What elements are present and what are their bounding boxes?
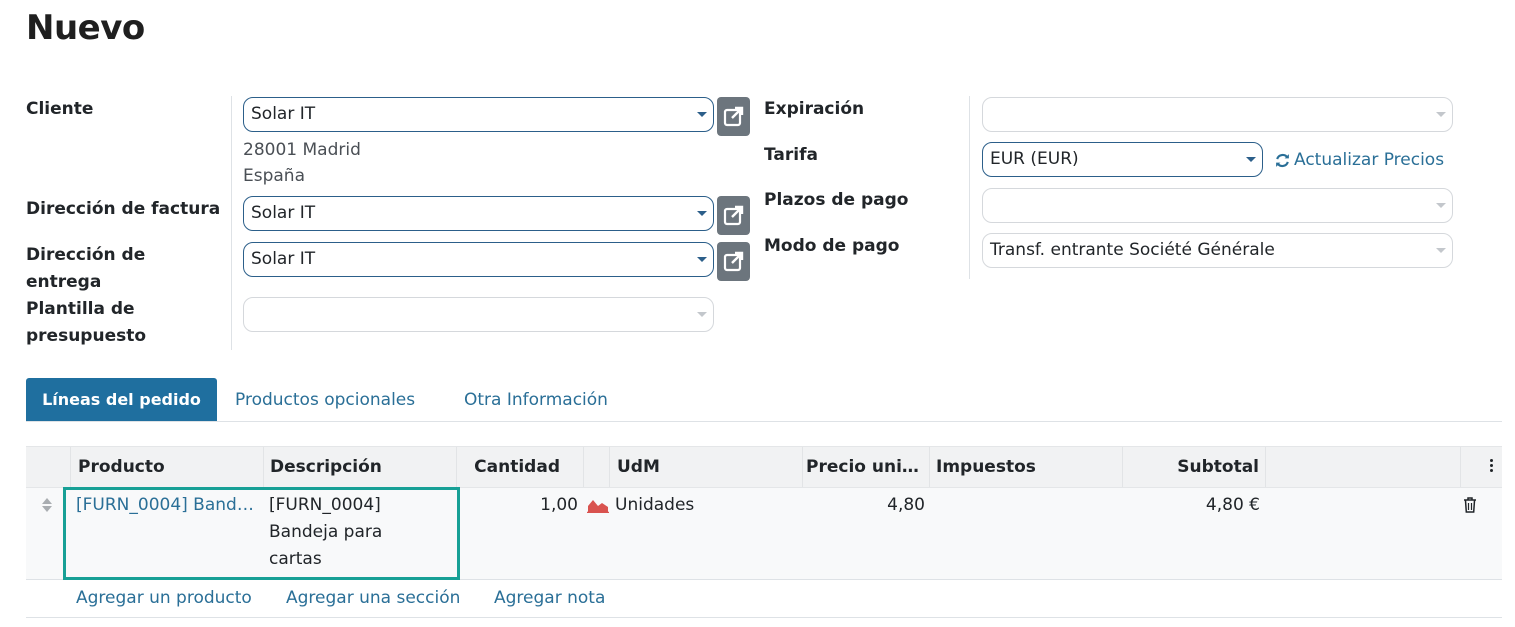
column-header-quantity[interactable]: Cantidad	[462, 447, 560, 487]
chevron-down-icon	[697, 112, 707, 117]
payment-mode-value: Transf. entrante Société Générale	[990, 240, 1275, 260]
column-header-description[interactable]: Descripción	[270, 447, 450, 487]
customer-address-line2: España	[243, 166, 305, 186]
refresh-icon	[1276, 153, 1289, 167]
pricelist-label: Tarifa	[764, 145, 818, 165]
invoice-address-external-link-button[interactable]	[717, 196, 750, 235]
add-product-link[interactable]: Agregar un producto	[76, 585, 252, 611]
payment-terms-select[interactable]	[982, 188, 1453, 223]
pricelist-select[interactable]: EUR (EUR)	[982, 142, 1263, 177]
left-group-separator	[231, 96, 232, 350]
delivery-address-label-line2: entrega	[26, 272, 102, 292]
page-title: Nuevo	[26, 8, 145, 48]
invoice-address-label: Dirección de factura	[26, 199, 221, 219]
external-link-icon	[723, 205, 743, 225]
add-note-link[interactable]: Agregar nota	[494, 585, 605, 611]
column-header-taxes[interactable]: Impuestos	[936, 447, 1116, 487]
chevron-down-icon	[1436, 203, 1446, 208]
payment-mode-select[interactable]: Transf. entrante Société Générale	[982, 233, 1453, 268]
expiration-date-input[interactable]	[982, 97, 1453, 132]
pricelist-value: EUR (EUR)	[990, 149, 1079, 169]
invoice-address-value: Solar IT	[251, 203, 316, 223]
drag-handle-icon[interactable]	[42, 498, 52, 512]
update-prices-link[interactable]: Actualizar Precios	[1274, 147, 1444, 173]
delivery-address-label-line1: Dirección de	[26, 245, 146, 265]
external-link-icon	[723, 106, 743, 126]
tab-order-lines[interactable]: Líneas del pedido	[26, 378, 217, 421]
chevron-down-icon	[1436, 112, 1446, 117]
line-unit-price[interactable]: 4,80	[806, 492, 925, 519]
tab-optional-products[interactable]: Productos opcionales	[235, 378, 415, 421]
customer-value: Solar IT	[251, 104, 316, 124]
order-lines-header: Producto Descripción Cantidad UdM Precio…	[26, 446, 1502, 488]
quotation-template-label-line1: Plantilla de	[26, 299, 135, 319]
forecast-chart-icon[interactable]	[587, 497, 609, 517]
update-prices-label: Actualizar Precios	[1294, 150, 1445, 170]
customer-label: Cliente	[26, 99, 94, 119]
invoice-address-select[interactable]: Solar IT	[243, 196, 714, 231]
external-link-icon	[723, 251, 743, 271]
chevron-down-icon	[697, 257, 707, 262]
tab-other-info[interactable]: Otra Información	[464, 378, 608, 421]
chevron-down-icon	[1436, 248, 1446, 253]
delivery-address-select[interactable]: Solar IT	[243, 242, 714, 277]
column-header-uom[interactable]: UdM	[617, 447, 767, 487]
add-section-link[interactable]: Agregar una sección	[286, 585, 460, 611]
quotation-template-select[interactable]	[243, 297, 714, 332]
delivery-address-value: Solar IT	[251, 249, 316, 269]
trash-icon[interactable]	[1463, 497, 1477, 517]
chevron-down-icon	[697, 211, 707, 216]
expiration-label: Expiración	[764, 99, 865, 119]
payment-mode-label: Modo de pago	[764, 236, 900, 256]
right-group-separator	[969, 96, 970, 279]
delivery-address-external-link-button[interactable]	[717, 242, 750, 281]
table-bottom-divider	[26, 617, 1502, 618]
line-subtotal: 4,80 €	[1205, 495, 1260, 515]
customer-address-line1: 28001 Madrid	[243, 140, 361, 160]
customer-external-link-button[interactable]	[717, 97, 750, 136]
column-header-product[interactable]: Producto	[78, 447, 258, 487]
line-quantity[interactable]: 1,00	[460, 492, 578, 519]
tabs-divider	[26, 421, 1502, 422]
highlight-box	[63, 487, 460, 580]
payment-terms-label: Plazos de pago	[764, 190, 909, 210]
chevron-down-icon	[1246, 157, 1256, 162]
column-header-subtotal[interactable]: Subtotal	[1126, 447, 1259, 487]
customer-select[interactable]: Solar IT	[243, 97, 714, 132]
quotation-template-label-line2: presupuesto	[26, 326, 147, 346]
line-uom[interactable]: Unidades	[615, 492, 694, 519]
column-options-icon[interactable]	[1490, 459, 1494, 472]
column-header-unit-price[interactable]: Precio unit…	[806, 447, 919, 487]
chevron-down-icon	[697, 312, 707, 317]
